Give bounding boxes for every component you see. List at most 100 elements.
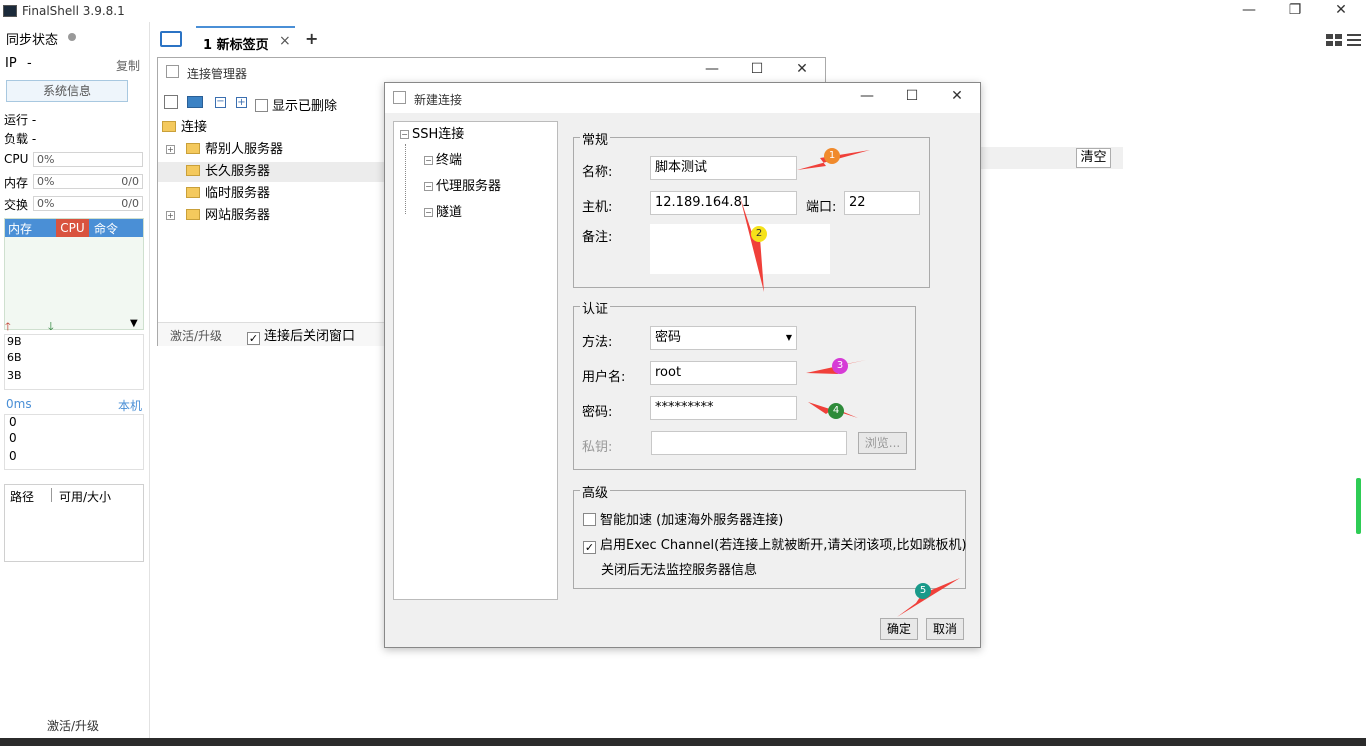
- tree-tunnel[interactable]: − 隧道: [424, 203, 462, 223]
- tab-new[interactable]: 1 新标签页 ×: [196, 26, 295, 54]
- annotation-badge-3: 3: [832, 358, 848, 374]
- proc-tab-cmd[interactable]: 命令: [94, 220, 118, 237]
- show-deleted-checkbox[interactable]: 显示已删除: [255, 95, 337, 114]
- close-after-connect-label: 连接后关闭窗口: [264, 329, 356, 344]
- net-value-9b: 9B: [7, 335, 22, 348]
- folder-open-icon[interactable]: [160, 31, 182, 47]
- private-key-field[interactable]: [651, 431, 847, 455]
- name-field[interactable]: 脚本测试: [650, 156, 797, 180]
- maximize-icon[interactable]: ☐: [747, 61, 767, 77]
- method-select[interactable]: 密码 ▼: [650, 326, 797, 350]
- expand-icon[interactable]: +: [166, 145, 175, 154]
- scrollbar-thumb[interactable]: [1356, 478, 1361, 534]
- collapse-icon[interactable]: −: [400, 130, 409, 139]
- method-value: 密码: [655, 330, 682, 345]
- annotation-badge-4: 4: [828, 403, 844, 419]
- menu-icon[interactable]: [1347, 34, 1361, 46]
- proc-tab-cpu[interactable]: CPU: [56, 219, 89, 237]
- password-field[interactable]: *********: [650, 396, 797, 420]
- activate-link[interactable]: 激活/升级: [47, 717, 99, 734]
- host-field[interactable]: 12.189.164.81: [650, 191, 797, 215]
- mem-label: 内存: [4, 176, 29, 190]
- ping-graph: 0 0 0: [4, 414, 144, 470]
- expand-all-icon[interactable]: +: [236, 97, 247, 108]
- java-icon: [393, 91, 406, 104]
- clear-button[interactable]: 清空: [1076, 148, 1111, 168]
- exec-channel-checkbox[interactable]: ✓ 启用Exec Channel(若连接上就被断开,请关闭该项,比如跳板机): [583, 534, 967, 554]
- general-group-title: 常规: [580, 129, 611, 148]
- maximize-icon[interactable]: ☐: [902, 88, 922, 104]
- port-field[interactable]: 22: [844, 191, 920, 215]
- tree-item[interactable]: + 网站服务器: [166, 206, 270, 226]
- tree-ssh-label: SSH连接: [412, 127, 465, 142]
- new-folder-icon[interactable]: [187, 96, 203, 108]
- tree-item-label: 临时服务器: [205, 186, 271, 201]
- cancel-button[interactable]: 取消: [926, 618, 964, 640]
- expand-icon[interactable]: +: [166, 211, 175, 220]
- note-field[interactable]: [650, 224, 830, 274]
- annotation-badge-5: 5: [915, 583, 931, 599]
- add-tab-icon[interactable]: +: [305, 29, 318, 48]
- mem-meter-value: 0%: [37, 175, 55, 188]
- ip-value: -: [27, 56, 32, 71]
- ping-host[interactable]: 本机: [118, 397, 142, 414]
- close-after-connect-checkbox[interactable]: ✓ 连接后关闭窗口: [247, 325, 355, 345]
- app-titlebar: FinalShell 3.9.8.1 — ❐ ✕: [0, 0, 1366, 22]
- cpu-label: CPU: [4, 152, 29, 166]
- settings-tree: − SSH连接 − 终端 − 代理服务器 − 隧道: [393, 121, 558, 600]
- tree-terminal-label: 终端: [436, 153, 463, 168]
- show-deleted-label: 显示已删除: [272, 99, 338, 114]
- close-icon[interactable]: ✕: [792, 61, 812, 77]
- ping-value: 0: [9, 431, 17, 445]
- tree-terminal[interactable]: − 终端: [424, 151, 462, 171]
- app-icon: [3, 5, 17, 17]
- folder-icon: [186, 209, 200, 220]
- tree-tunnel-label: 隧道: [436, 205, 463, 220]
- port-label: 端口:: [806, 200, 837, 215]
- cpu-meter: 0%: [33, 152, 143, 167]
- disk-header-size: 可用/大小: [59, 490, 112, 504]
- grid-view-icon[interactable]: [1326, 34, 1342, 46]
- sysinfo-button[interactable]: 系统信息: [6, 80, 128, 102]
- collapse-all-icon[interactable]: −: [215, 97, 226, 108]
- collapse-icon[interactable]: −: [424, 156, 433, 165]
- folder-icon: [186, 143, 200, 154]
- collapse-icon[interactable]: −: [424, 208, 433, 217]
- tree-item-label: 网站服务器: [205, 208, 271, 223]
- new-conn-title: 新建连接: [414, 93, 463, 107]
- taskbar-strip: [0, 738, 1366, 746]
- minimize-icon[interactable]: —: [702, 61, 722, 77]
- browse-button[interactable]: 浏览...: [858, 432, 907, 454]
- tree-item-selected[interactable]: 长久服务器: [158, 162, 385, 182]
- proc-tab-mem[interactable]: 内存: [8, 220, 32, 237]
- restore-icon[interactable]: ❐: [1285, 2, 1305, 18]
- new-file-icon[interactable]: [164, 95, 178, 109]
- smart-accel-checkbox[interactable]: 智能加速 (加速海外服务器连接): [583, 509, 783, 528]
- tree-root[interactable]: 连接: [162, 118, 207, 138]
- ok-button[interactable]: 确定: [880, 618, 918, 640]
- tab-close-icon[interactable]: ×: [279, 33, 291, 49]
- username-field[interactable]: root: [650, 361, 797, 385]
- net-dropdown-icon[interactable]: ▼: [130, 318, 138, 329]
- tree-ssh[interactable]: − SSH连接: [400, 125, 464, 145]
- disk-header-path: 路径: [10, 490, 35, 504]
- method-label: 方法:: [582, 335, 613, 350]
- conn-toolbar: − + 显示已删除: [158, 90, 388, 114]
- folder-icon: [162, 121, 176, 132]
- conn-footer: 激活/升级 ✓ 连接后关闭窗口: [158, 322, 385, 346]
- minimize-icon[interactable]: —: [857, 88, 877, 104]
- collapse-icon[interactable]: −: [424, 182, 433, 191]
- minimize-icon[interactable]: —: [1239, 2, 1259, 18]
- ping-label: 0ms: [6, 397, 32, 411]
- close-icon[interactable]: ✕: [947, 88, 967, 104]
- copy-link[interactable]: 复制: [116, 57, 140, 74]
- tree-item[interactable]: 临时服务器: [186, 184, 270, 204]
- tree-item[interactable]: + 帮别人服务器: [166, 140, 283, 160]
- conn-activate-link[interactable]: 激活/升级: [170, 327, 222, 344]
- close-icon[interactable]: ✕: [1331, 2, 1351, 18]
- tree-proxy[interactable]: − 代理服务器: [424, 177, 501, 197]
- new-conn-titlebar: 新建连接 — ☐ ✕: [385, 83, 980, 113]
- net-value-3b: 3B: [7, 369, 22, 382]
- new-conn-dialog: 新建连接 — ☐ ✕ − SSH连接 − 终端 − 代理服务器 − 隧道 常规 名称: …: [384, 82, 981, 648]
- chevron-down-icon: ▼: [785, 333, 792, 342]
